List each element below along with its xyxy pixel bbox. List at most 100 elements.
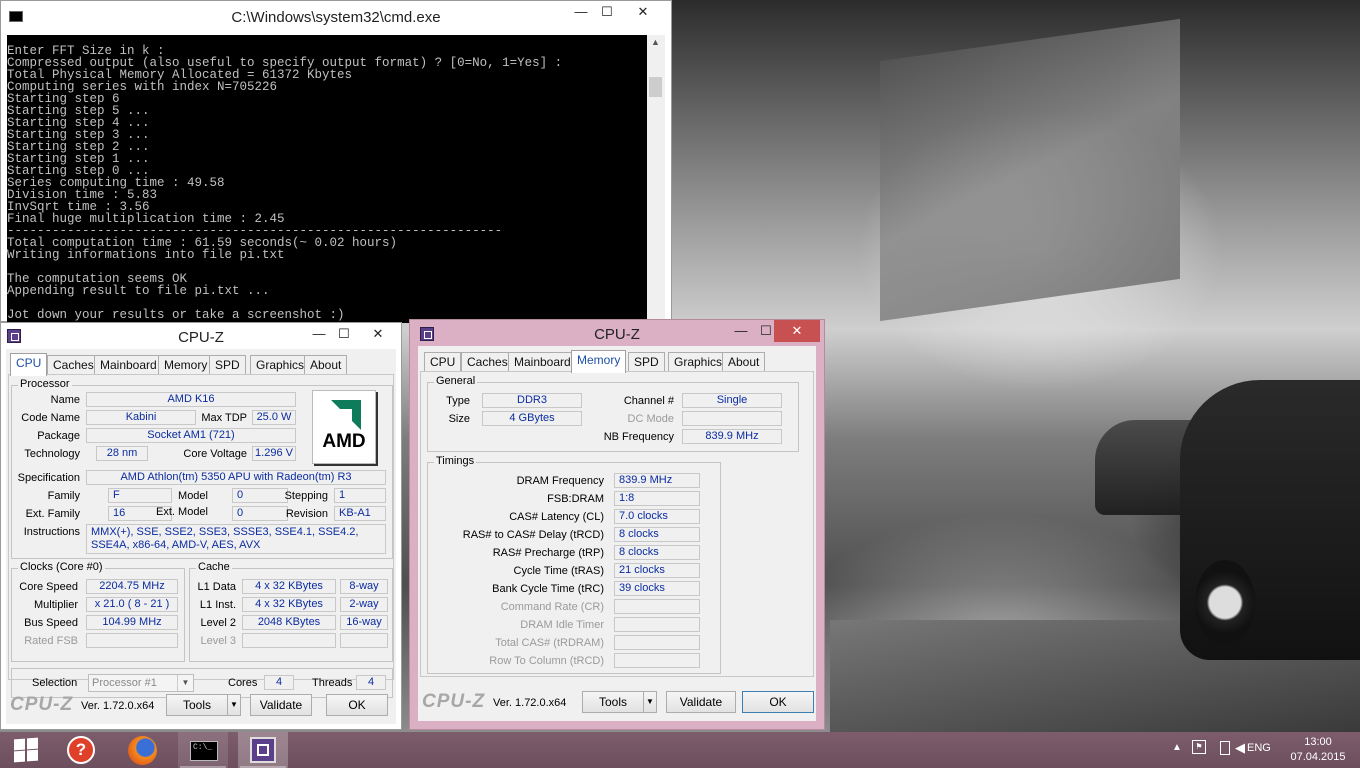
cpu-panel: Processor Name AMD K16 Code Name Kabini … [8,374,394,698]
l1inst-assoc: 2-way [340,597,388,612]
console-scrollbar[interactable]: ▲ [647,35,665,323]
processor-group: Processor Name AMD K16 Code Name Kabini … [11,378,393,559]
close-button[interactable]: ✕ [620,1,666,23]
help-icon: ? [67,736,95,764]
cpuz-memory-window[interactable]: CPU-Z — ☐ ✕ CPU Caches Mainboard Memory … [409,319,825,730]
tras-label: Cycle Time (tRAS) [513,565,604,577]
command-rate-value [614,599,700,614]
scroll-up-icon[interactable]: ▲ [651,37,660,47]
console-line: Writing informations into file pi.txt [7,248,285,262]
family-label: Family [47,490,80,502]
group-label: General [434,375,478,387]
tab-graphics[interactable]: Graphics [668,352,729,372]
tools-button[interactable]: Tools [582,691,644,713]
level3-assoc [340,633,388,648]
console-output[interactable]: Enter FFT Size in k : Compressed output (… [7,35,647,323]
taskbar-help-app[interactable]: ? [56,732,106,768]
validate-button[interactable]: Validate [250,694,312,716]
cpuz-footer: CPU-Z Ver. 1.72.0.x64 Tools ▼ Validate O… [418,681,816,721]
tab-cpu[interactable]: CPU [424,352,462,372]
ratedfsb-value [86,633,178,648]
technology-label: Technology [24,448,80,460]
tab-cpu[interactable]: CPU [10,353,48,376]
ok-button[interactable]: OK [742,691,814,713]
start-button[interactable] [0,732,50,768]
tab-caches[interactable]: Caches [47,355,100,375]
cpuz-titlebar[interactable]: CPU-Z — ☐ ✕ [410,320,824,346]
show-hidden-icons[interactable]: ▲ [1172,742,1182,753]
tab-spd[interactable]: SPD [209,355,246,375]
technology-value: 28 nm [96,446,148,461]
multiplier-value: x 21.0 ( 8 - 21 ) [86,597,178,612]
dcmode-value [682,411,782,426]
ok-button[interactable]: OK [326,694,388,716]
action-center-icon[interactable]: ⚑ [1192,740,1206,754]
tab-graphics[interactable]: Graphics [250,355,311,375]
stepping-label: Stepping [284,490,328,502]
speaker-icon[interactable]: ◀ [1235,740,1245,756]
corevoltage-label: Core Voltage [183,448,247,460]
nbfreq-label: NB Frequency [603,431,674,443]
codename-value: Kabini [86,410,196,425]
clock[interactable]: 13:00 07.04.2015 [1285,734,1351,766]
taskbar-firefox[interactable] [118,732,168,768]
tab-about[interactable]: About [722,352,766,372]
general-group: General Type DDR3 Size 4 GBytes Channel … [427,375,799,452]
row-to-column-label: Row To Column (tRCD) [489,655,604,667]
cas-latency-value: 7.0 clocks [614,509,700,524]
cpuz-body: CPU Caches Mainboard Memory SPD Graphics… [6,349,396,724]
close-button[interactable]: ✕ [357,323,399,345]
fsb-dram-label: FSB:DRAM [547,493,604,505]
network-icon[interactable] [1220,741,1230,755]
cmd-titlebar[interactable]: C:\Windows\system32\cmd.exe — ☐ ✕ [1,1,671,34]
channel-value: Single [682,393,782,408]
taskbar-cpuz[interactable] [238,732,288,768]
l1inst-value: 4 x 32 KBytes [242,597,336,612]
tab-mainboard[interactable]: Mainboard [94,355,163,375]
version-label: Ver. 1.72.0.x64 [81,700,155,712]
timings-group: Timings DRAM Frequency 839.9 MHz FSB:DRA… [427,455,721,674]
trp-label: RAS# Precharge (tRP) [492,547,604,559]
cpuz-titlebar[interactable]: CPU-Z — ☐ ✕ [1,323,401,349]
idle-timer-value [614,617,700,632]
cpuz-brand: CPU-Z [10,694,74,715]
fsb-dram-value: 1:8 [614,491,700,506]
tab-memory[interactable]: Memory [158,355,214,375]
language-indicator[interactable]: ENG [1247,742,1271,754]
trcd-value: 8 clocks [614,527,700,542]
cmd-window[interactable]: C:\Windows\system32\cmd.exe — ☐ ✕ Enter … [0,0,672,323]
idle-timer-label: DRAM Idle Timer [520,619,604,631]
ratedfsb-label: Rated FSB [24,635,78,647]
validate-button[interactable]: Validate [666,691,736,713]
tab-caches[interactable]: Caches [461,352,514,372]
taskbar-cmd[interactable]: C:\_ [178,732,228,768]
tools-button[interactable]: Tools [166,694,228,716]
tab-spd[interactable]: SPD [628,352,665,372]
busspeed-label: Bus Speed [24,617,78,629]
extmodel-label: Ext. Model [156,506,208,518]
type-value: DDR3 [482,393,582,408]
cpuz-cpu-window[interactable]: CPU-Z — ☐ ✕ CPU Caches Mainboard Memory … [0,322,402,730]
tab-memory[interactable]: Memory [571,350,627,373]
tab-about[interactable]: About [304,355,348,375]
tools-dropdown-icon[interactable]: ▼ [227,694,241,716]
wallpaper-building [880,18,1180,322]
multiplier-label: Multiplier [33,599,78,611]
total-cas-label: Total CAS# (tRDRAM) [495,637,604,649]
corespeed-label: Core Speed [19,581,78,593]
spec-label: Specification [17,472,80,484]
dram-freq-value: 839.9 MHz [614,473,700,488]
amd-logo-text: AMD [322,431,366,452]
close-button[interactable]: ✕ [774,320,820,342]
tools-dropdown-icon[interactable]: ▼ [643,691,657,713]
group-label: Processor [18,378,72,390]
stepping-value: 1 [334,488,386,503]
channel-label: Channel # [623,395,674,407]
package-value: Socket AM1 (721) [86,428,296,443]
spec-value: AMD Athlon(tm) 5350 APU with Radeon(tm) … [86,470,386,485]
name-value: AMD K16 [86,392,296,407]
tab-mainboard[interactable]: Mainboard [508,352,577,372]
revision-value: KB-A1 [334,506,386,521]
scroll-thumb[interactable] [649,77,662,97]
group-label: Clocks (Core #0) [18,561,105,573]
